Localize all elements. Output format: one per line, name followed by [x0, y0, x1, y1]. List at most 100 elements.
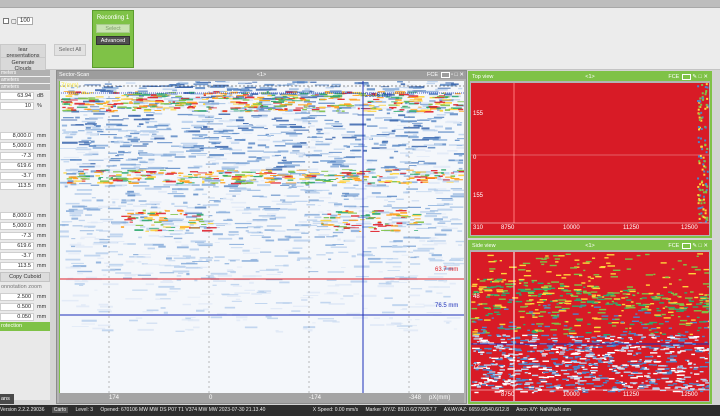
pin-icon[interactable]: ▫	[451, 72, 453, 78]
param-unit: mm	[37, 163, 47, 169]
param-row: 5,000.0 mm	[0, 141, 50, 151]
side-view-titlebar: Side view <1> FCE ✎ □ ✕	[470, 242, 710, 250]
param-value[interactable]: 8,000.0	[0, 212, 34, 220]
sector-scan-mode[interactable]: FCE	[427, 72, 438, 78]
side-view-image[interactable]: 48 72 8750 10000 11250 12500	[471, 252, 709, 401]
y-tick: 72	[473, 364, 480, 370]
param-row-spacer	[0, 121, 50, 131]
sector-scan-index: <1>	[256, 72, 267, 78]
annotation-zoom-label: onnotation zoom	[1, 284, 42, 290]
protection-toggle[interactable]: rotection	[0, 322, 50, 331]
view-toggle-icon[interactable]	[440, 71, 450, 78]
param-value[interactable]: 0.050	[0, 313, 34, 321]
x-tick: 174	[109, 395, 120, 401]
param-unit: mm	[37, 183, 47, 189]
param-unit: mm	[37, 133, 47, 139]
view-toggle-icon[interactable]	[681, 73, 691, 80]
close-icon[interactable]: ✕	[703, 243, 708, 249]
mode-badge[interactable]: Carto	[51, 407, 69, 413]
param-row: -7.3 mm	[0, 151, 50, 161]
top-strip	[0, 0, 720, 8]
parameters-header[interactable]: ameters	[0, 77, 50, 84]
red-cursor-label: 63.7 mm	[435, 267, 459, 273]
param-unit: mm	[37, 143, 47, 149]
ax-readout: AX/AY/AZ: 6659.6/540.6/12.8	[443, 407, 510, 413]
param-value[interactable]: 113.5	[0, 182, 34, 190]
param-value[interactable]: -7.3	[0, 232, 34, 240]
select-all-button[interactable]: Select All	[54, 44, 86, 56]
param-value[interactable]: -3.7	[0, 172, 34, 180]
param-row: 8,000.0 mm	[0, 211, 50, 221]
copy-cuboid-button[interactable]: Copy Cuboid	[0, 272, 50, 282]
y-tick: 0	[473, 155, 477, 161]
param-row: 113.5 mm	[0, 181, 50, 191]
side-view-panel: Side view <1> FCE ✎ □ ✕ 48 72 8750 10000…	[468, 240, 712, 404]
param-value[interactable]: 0.500	[0, 303, 34, 311]
version-label: Version 2.2.2.29036	[0, 407, 45, 413]
top-view-panel: Top view <1> FCE ✎ □ ✕ 155 0 155 310 875…	[468, 71, 712, 238]
parameters-header[interactable]: meters	[0, 70, 50, 77]
sector-scan-canvas[interactable]	[59, 81, 464, 393]
recording-select-button[interactable]: Select	[96, 24, 130, 33]
maximize-icon[interactable]: □	[699, 74, 702, 80]
param-value[interactable]: -7.3	[0, 152, 34, 160]
x-axis-unit: pX(mm)	[429, 395, 451, 401]
param-unit: mm	[37, 263, 47, 269]
side-view-controls: FCE ✎ □ ✕	[668, 242, 708, 250]
side-view-canvas[interactable]	[471, 252, 709, 401]
top-view-canvas[interactable]	[471, 83, 709, 235]
param-row-spacer	[0, 111, 50, 121]
threshold-unit: %	[37, 103, 42, 109]
speed-readout: X Speed: 0.00 mm/s	[312, 407, 359, 413]
param-row-threshold: 10 %	[0, 101, 50, 111]
status-bar: Version 2.2.2.29036 Carto Level: 3 Opene…	[0, 405, 720, 416]
top-view-mode[interactable]: FCE	[668, 74, 679, 80]
param-value[interactable]: -3.7	[0, 252, 34, 260]
sector-scan-titlebar: Sector-Scan <1> FCE ▫ □ ✕	[57, 71, 466, 79]
parameters-panel: meters ameters ameters 63.94 dB 10 % 8,0…	[0, 70, 50, 400]
close-icon[interactable]: ✕	[459, 72, 464, 78]
x-tick: 8750	[501, 392, 515, 398]
top-view-image[interactable]: 155 0 155 310 8750 10000 11250 12500	[471, 83, 709, 235]
param-unit: mm	[37, 223, 47, 229]
x-tick: 8750	[501, 225, 515, 231]
parameters-header[interactable]: ameters	[0, 84, 50, 91]
param-value[interactable]: 5,000.0	[0, 142, 34, 150]
blue-cursor-label: 76.5 mm	[435, 303, 459, 309]
range-value-field[interactable]: 100	[17, 17, 34, 25]
close-icon[interactable]: ✕	[703, 74, 708, 80]
param-row-spacer	[0, 191, 50, 201]
param-value[interactable]: 619.6	[0, 242, 34, 250]
x-tick: 10000	[563, 392, 580, 398]
param-value[interactable]: 619.6	[0, 162, 34, 170]
y-tick: 155	[473, 193, 484, 199]
maximize-icon[interactable]: □	[699, 243, 702, 249]
gain-unit: dB	[37, 93, 44, 99]
side-view-mode[interactable]: FCE	[668, 243, 679, 249]
param-row: 0.500 mm	[0, 302, 50, 312]
sector-scan-image[interactable]: Z(mm) 260.6 mm 63.7 mm 76.5 mm	[59, 81, 464, 393]
range-checkbox[interactable]	[3, 18, 9, 24]
x-tick: 10000	[563, 225, 580, 231]
x-tick: 11250	[623, 225, 640, 231]
maximize-icon[interactable]: □	[455, 72, 458, 78]
edit-icon[interactable]: ✎	[692, 243, 697, 249]
param-value[interactable]: 2.500	[0, 293, 34, 301]
recording-advanced-button[interactable]: Advanced	[96, 36, 130, 45]
param-value[interactable]: 113.5	[0, 262, 34, 270]
threshold-value[interactable]: 10	[0, 102, 34, 110]
bottom-tab[interactable]: ans	[0, 394, 14, 404]
param-value[interactable]: 5,000.0	[0, 222, 34, 230]
top-view-titlebar: Top view <1> FCE ✎ □ ✕	[470, 73, 710, 81]
gain-value[interactable]: 63.94	[0, 92, 34, 100]
param-row: -3.7 mm	[0, 171, 50, 181]
param-unit: mm	[37, 294, 47, 300]
param-row: -3.7 mm	[0, 251, 50, 261]
sector-scan-x-axis: 174 0 -174 -348 pX(mm)	[59, 393, 464, 403]
level-label: Level: 3	[75, 407, 94, 413]
param-unit: mm	[37, 314, 47, 320]
edit-icon[interactable]: ✎	[692, 74, 697, 80]
marker-readout: Marker X/Y/Z: 8910.6/2793/57.7	[365, 407, 437, 413]
view-toggle-icon[interactable]	[681, 242, 691, 249]
param-value[interactable]: 8,000.0	[0, 132, 34, 140]
